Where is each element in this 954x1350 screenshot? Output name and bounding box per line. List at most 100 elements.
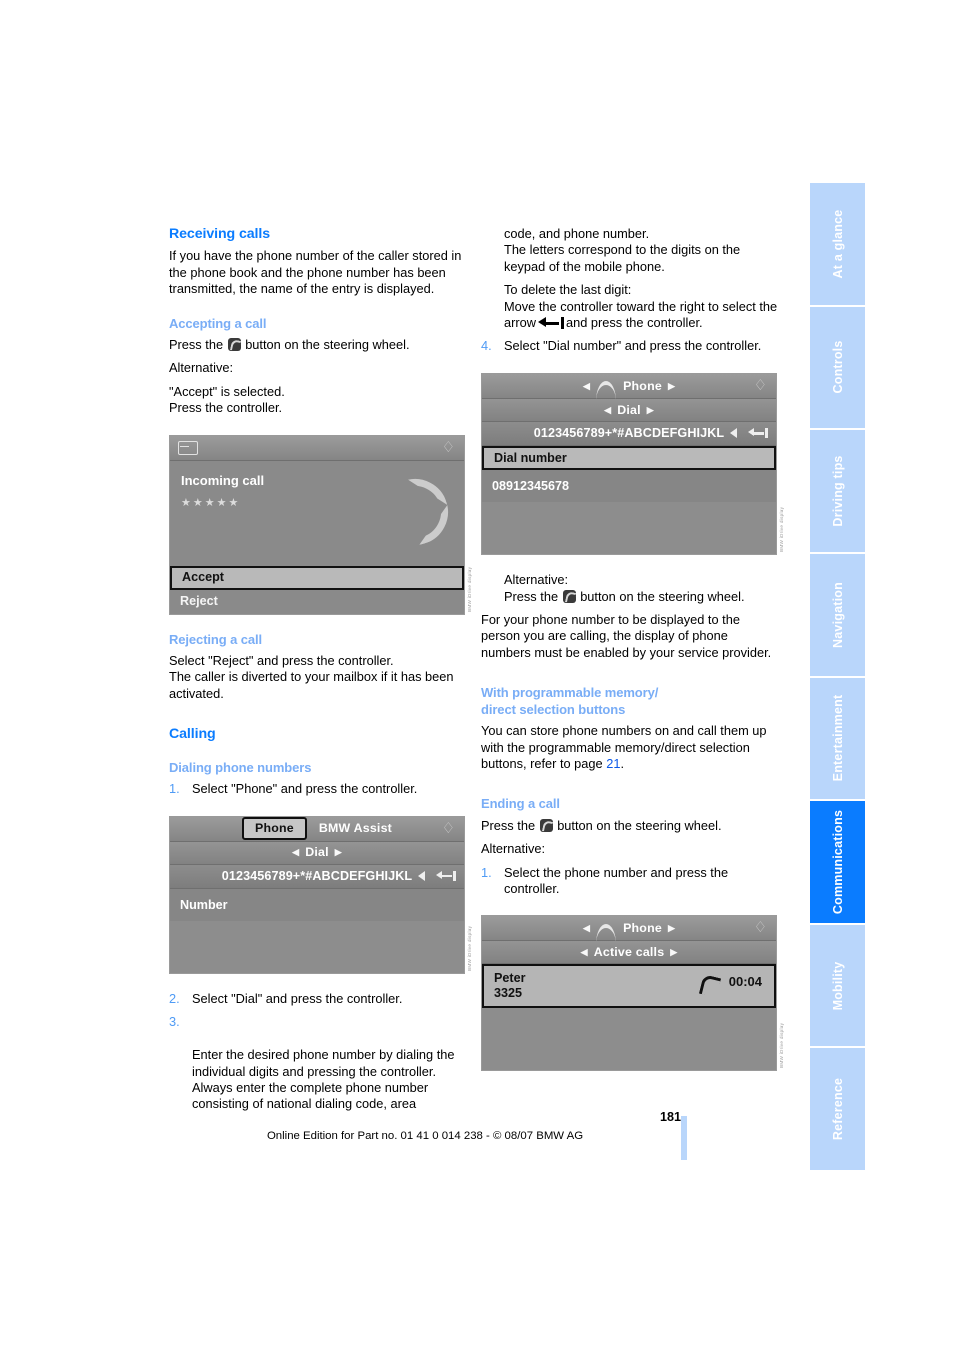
keyboard-nav-controls	[418, 865, 456, 888]
delete-digit-instruction: Move the controller toward the right to …	[504, 299, 781, 332]
page-reference-link[interactable]: 21	[606, 756, 620, 771]
rejecting-body-2: The caller is diverted to your mailbox i…	[169, 669, 454, 701]
dialing-steps-list-part2: 2. Select "Dial" and press the controlle…	[169, 991, 469, 1113]
handset-icon	[701, 976, 716, 991]
phone-tab-button[interactable]: Phone	[241, 817, 307, 840]
sidebar-tab-entertainment[interactable]: Entertainment	[810, 677, 865, 800]
list-item: 4. Select "Dial number" and press the co…	[481, 338, 781, 354]
keyboard-characters[interactable]: 0123456789+*#ABCDEFGHIJKL	[222, 868, 412, 884]
phone-button-icon	[227, 338, 241, 352]
accept-selected-text: "Accept" is selected.	[169, 383, 285, 399]
step-text: Select the phone number and press the co…	[504, 864, 729, 896]
chevron-left-icon[interactable]: ◀	[604, 402, 611, 418]
phone-list-icon	[178, 440, 198, 455]
dial-menu-label: Dial	[617, 402, 641, 417]
sidebar-tab-label: Communications	[830, 809, 845, 915]
screenshot-header-bar: ♢	[170, 435, 464, 461]
backspace-icon[interactable]	[748, 428, 768, 439]
programmable-body-post: .	[620, 755, 625, 771]
bmw-assist-tab[interactable]: BMW Assist	[319, 820, 392, 836]
footer-imprint: Online Edition for Part no. 01 41 0 014 …	[266, 1130, 584, 1142]
sidebar-tab-mobility[interactable]: Mobility	[810, 924, 865, 1047]
sidebar-tab-label: Entertainment	[830, 694, 845, 782]
active-calls-label: Active calls	[593, 945, 665, 960]
backspace-icon[interactable]	[436, 870, 456, 882]
ending-press-pre: Press the	[481, 817, 536, 833]
reject-menu-item[interactable]: Reject	[170, 589, 464, 614]
chevron-right-icon[interactable]: ▶	[647, 402, 654, 418]
alternative-label: Alternative:	[169, 360, 234, 376]
step-number: 2.	[169, 990, 180, 1006]
screenshot-incoming-call: ♢ Incoming call ★★★★★ Accept Reject BMW …	[169, 434, 472, 615]
step-number: 1.	[481, 864, 492, 880]
list-item: 1. Select "Phone" and press the controll…	[169, 781, 469, 797]
screenshot-header-bar: ◀ Phone ▶ ♢	[482, 916, 776, 942]
character-keyboard-row[interactable]: 0123456789+*#ABCDEFGHIJKL	[170, 864, 464, 889]
active-calls-menu-bar[interactable]: ◀ Active calls ▶	[482, 941, 776, 965]
dial-menu-bar[interactable]: ◀ Dial ▶	[482, 398, 776, 422]
display-settings-icon: ♢	[441, 438, 456, 456]
accepting-press-pre: Press the	[169, 337, 224, 353]
alternative-label: Alternative:	[481, 841, 546, 857]
heading-calling: Calling	[169, 726, 216, 743]
screenshot-dial-phone: Phone BMW Assist ♢ ◀ Dial ▶ 0123456789+*…	[169, 815, 472, 974]
right-column: code, and phone number. The letters corr…	[481, 226, 784, 1072]
alternative-label: Alternative:	[504, 572, 569, 588]
manual-page: At a glance Controls Driving tips Naviga…	[0, 0, 954, 1350]
sidebar-tab-at-a-glance[interactable]: At a glance	[810, 183, 865, 305]
chevron-left-icon[interactable]	[418, 871, 425, 881]
keyboard-characters[interactable]: 0123456789+*#ABCDEFGHIJKL	[534, 425, 724, 441]
section-tab-rail: At a glance Controls Driving tips Naviga…	[810, 183, 865, 1170]
sidebar-tab-label: Driving tips	[830, 455, 845, 527]
chevron-right-icon[interactable]: ▶	[668, 378, 675, 394]
display-settings-icon: ♢	[753, 376, 768, 394]
dial-number-menu-item[interactable]: Dial number	[482, 445, 776, 470]
display-settings-icon: ♢	[753, 919, 768, 937]
sidebar-tab-label: Navigation	[830, 581, 845, 648]
chevron-right-icon[interactable]: ▶	[668, 920, 675, 936]
screenshot-active-calls: ◀ Phone ▶ ♢ ◀ Active calls ▶ Peter 3325 …	[481, 915, 784, 1072]
page-number: 181	[659, 1110, 681, 1124]
step-text: Select "Dial number" and press the contr…	[504, 338, 762, 354]
chevron-right-icon[interactable]: ▶	[335, 844, 342, 860]
active-call-entry[interactable]: Peter 3325 00:04	[482, 964, 776, 1009]
screenshot-dial-number: ◀ Phone ▶ ♢ ◀ Dial ▶ 0123456789+*#ABCDEF…	[481, 372, 784, 556]
handset-icon	[596, 923, 617, 934]
list-item: 1. Select the phone number and press the…	[481, 865, 781, 898]
chevron-left-icon[interactable]: ◀	[583, 378, 590, 394]
accept-menu-item[interactable]: Accept	[170, 565, 464, 590]
accepting-press-instruction: Press the button on the steering wheel.	[169, 337, 469, 353]
chevron-left-icon[interactable]: ◀	[581, 944, 588, 960]
chevron-left-icon[interactable]	[730, 428, 737, 439]
character-keyboard-row[interactable]: 0123456789+*#ABCDEFGHIJKL	[482, 421, 776, 446]
alternative-press-instruction: Press the button on the steering wheel.	[504, 589, 781, 605]
sidebar-tab-controls[interactable]: Controls	[810, 306, 865, 429]
sidebar-tab-navigation[interactable]: Navigation	[810, 553, 865, 676]
dial-menu-label: Dial	[305, 845, 329, 860]
sidebar-tab-communications[interactable]: Communications	[810, 801, 865, 923]
sidebar-tab-label: At a glance	[830, 209, 845, 279]
chevron-left-icon[interactable]: ◀	[583, 920, 590, 936]
screenshot-watermark: BMW iDrive display	[779, 507, 784, 553]
heading-programmable-line1: With programmable memory/	[481, 685, 659, 701]
chevron-right-icon[interactable]: ▶	[670, 944, 677, 960]
sidebar-tab-reference[interactable]: Reference	[810, 1048, 865, 1170]
screenshot-empty-area	[482, 1008, 776, 1071]
programmable-memory-body: You can store phone numbers on and call …	[481, 723, 781, 772]
call-duration: 00:04	[728, 974, 762, 990]
dial-menu-bar[interactable]: ◀ Dial ▶	[170, 841, 464, 865]
heading-rejecting-a-call: Rejecting a call	[169, 631, 263, 647]
dialing-steps-list-part1: 1. Select "Phone" and press the controll…	[169, 781, 469, 797]
delete-digit-label: To delete the last digit:	[504, 282, 632, 298]
incoming-call-body: Incoming call ★★★★★	[170, 460, 464, 566]
chevron-left-icon[interactable]: ◀	[292, 844, 299, 860]
step-text: Select "Dial" and press the controller.	[192, 990, 403, 1006]
sidebar-tab-driving-tips[interactable]: Driving tips	[810, 430, 865, 552]
screenshot-header-bar: Phone BMW Assist ♢	[170, 816, 464, 842]
phone-header-label: Phone	[623, 378, 662, 393]
